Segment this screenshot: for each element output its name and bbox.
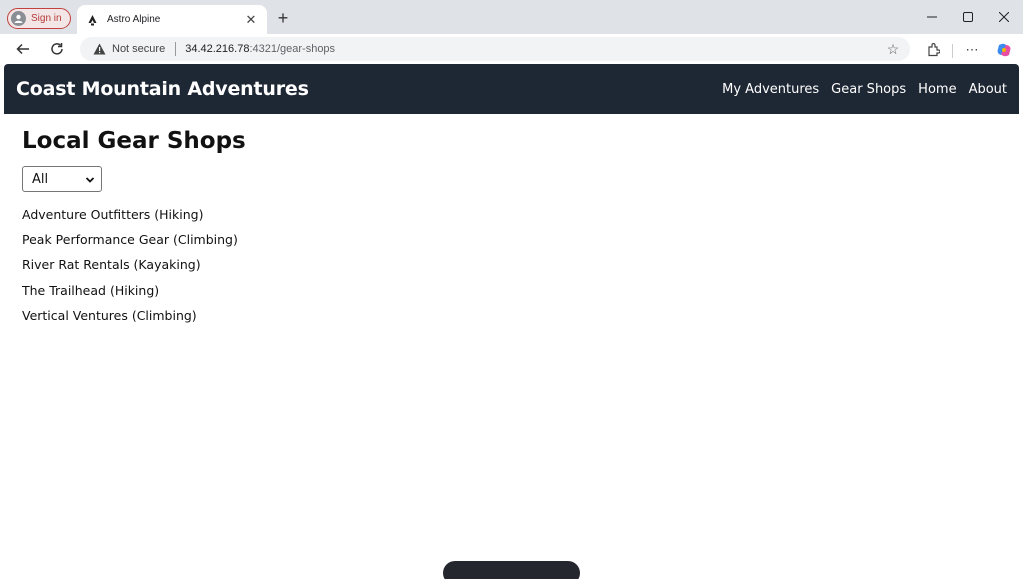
list-item: Adventure Outfitters (Hiking) bbox=[22, 207, 204, 222]
nav-link-gear-shops[interactable]: Gear Shops bbox=[831, 82, 906, 97]
bookmark-star-icon[interactable]: ☆ bbox=[886, 41, 900, 57]
gear-shop-list: Adventure Outfitters (Hiking) Peak Perfo… bbox=[22, 202, 246, 328]
sign-in-label: Sign in bbox=[31, 13, 62, 24]
site-favicon-icon bbox=[86, 14, 98, 26]
list-item: The Trailhead (Hiking) bbox=[22, 282, 160, 298]
address-bar[interactable]: Not secure 34.42.216.78:4321/gear-shops … bbox=[80, 37, 910, 61]
page-title: Local Gear Shops bbox=[22, 128, 246, 154]
site-navbar: Coast Mountain Adventures My Adventures … bbox=[4, 64, 1019, 114]
toolbar-divider bbox=[952, 44, 953, 58]
url-text[interactable]: 34.42.216.78:4321/gear-shops bbox=[185, 43, 335, 55]
floating-toolbar[interactable] bbox=[443, 561, 580, 579]
profile-icon bbox=[11, 11, 26, 26]
site-nav-links: My Adventures Gear Shops Home About bbox=[722, 82, 1007, 97]
extensions-icon[interactable] bbox=[923, 40, 943, 60]
warning-triangle-icon[interactable] bbox=[92, 42, 106, 56]
list-item: Peak Performance Gear (Climbing) bbox=[22, 232, 238, 248]
nav-link-home[interactable]: Home bbox=[918, 82, 956, 97]
new-tab-icon[interactable]: + bbox=[274, 9, 292, 27]
browser-toolbar: Not secure 34.42.216.78:4321/gear-shops … bbox=[0, 34, 1023, 64]
tab-close-icon[interactable]: ✕ bbox=[243, 12, 259, 28]
nav-link-about[interactable]: About bbox=[969, 82, 1007, 97]
more-menu-icon[interactable]: ⋯ bbox=[962, 40, 982, 60]
url-path: :4321/gear-shops bbox=[249, 43, 336, 55]
window-close-icon[interactable] bbox=[994, 8, 1014, 26]
security-status-label: Not secure bbox=[112, 43, 166, 55]
maximize-icon[interactable] bbox=[958, 8, 978, 26]
list-item: River Rat Rentals (Kayaking) bbox=[22, 257, 201, 273]
browser-tab-active[interactable]: Astro Alpine ✕ bbox=[77, 5, 267, 34]
browser-titlebar: Sign in Astro Alpine ✕ + bbox=[0, 0, 1023, 34]
url-host: 34.42.216.78 bbox=[185, 43, 250, 55]
site-brand[interactable]: Coast Mountain Adventures bbox=[16, 78, 309, 100]
address-separator bbox=[175, 42, 177, 56]
copilot-icon[interactable] bbox=[994, 40, 1014, 60]
activity-filter-select[interactable]: All bbox=[22, 166, 102, 192]
filter-selected-value: All bbox=[32, 171, 49, 187]
tab-title: Astro Alpine bbox=[107, 14, 161, 25]
reload-icon[interactable] bbox=[46, 38, 68, 60]
sign-in-button[interactable]: Sign in bbox=[7, 8, 71, 29]
main-content: Local Gear Shops All Adventure Outfitter… bbox=[22, 128, 246, 328]
minimize-icon[interactable] bbox=[922, 8, 942, 26]
chevron-down-icon bbox=[85, 174, 95, 184]
nav-link-my-adventures[interactable]: My Adventures bbox=[722, 82, 819, 97]
list-item: Vertical Ventures (Climbing) bbox=[22, 307, 197, 323]
back-arrow-icon[interactable] bbox=[12, 38, 34, 60]
